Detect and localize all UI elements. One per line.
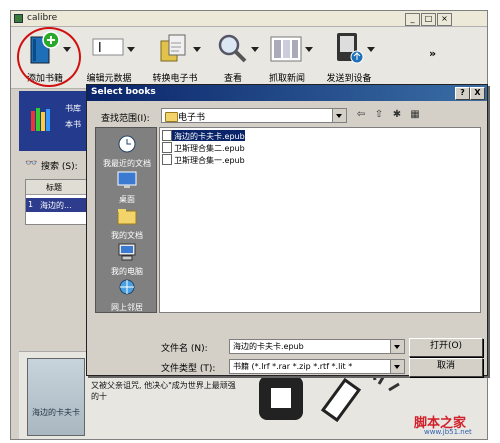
toolbar-more-button[interactable]: » bbox=[429, 47, 436, 60]
file-name: 卫斯理合集二.epub bbox=[174, 144, 245, 153]
highlight-circle bbox=[17, 27, 81, 87]
chevron-down-icon[interactable] bbox=[305, 47, 313, 52]
search-label: 搜索 (S): bbox=[41, 162, 78, 172]
close-button[interactable]: × bbox=[437, 13, 452, 26]
magnifier-icon bbox=[218, 34, 247, 63]
watermark-url: www.jb51.net bbox=[424, 428, 472, 436]
maximize-button[interactable]: □ bbox=[421, 13, 436, 26]
look-in-label: 查找范围(I): bbox=[101, 114, 150, 124]
cover-title: 海边的卡夫卡 bbox=[32, 408, 80, 417]
book-cover[interactable]: 海边的卡夫卡 bbox=[27, 358, 85, 436]
file-icon bbox=[162, 142, 172, 153]
edit-metadata-button[interactable]: 编辑元数据 bbox=[77, 29, 141, 87]
file-name: 卫斯理合集一.epub bbox=[174, 156, 245, 165]
file-name-label: 文件名 (N): bbox=[161, 344, 208, 354]
main-toolbar: 添加书籍 编辑元数据 转换电子书 查看 抓取新闻 发送到设备 bbox=[11, 27, 487, 89]
app-icon bbox=[14, 14, 23, 23]
up-folder-icon[interactable]: ⇧ bbox=[371, 108, 387, 123]
chevron-down-icon[interactable] bbox=[367, 47, 375, 52]
column-title[interactable]: 标题 bbox=[46, 182, 62, 193]
network-icon bbox=[119, 279, 135, 295]
clock-icon bbox=[118, 135, 136, 153]
look-in-value: 电子书 bbox=[178, 113, 206, 123]
help-button[interactable]: ? bbox=[455, 87, 470, 100]
file-name: 海边的卡夫卡.epub bbox=[174, 132, 245, 141]
computer-icon bbox=[118, 243, 136, 261]
file-list: 海边的卡夫卡.epub 卫斯理合集二.epub 卫斯理合集一.epub bbox=[159, 127, 481, 313]
convert-icon bbox=[160, 34, 186, 62]
chevron-down-icon[interactable] bbox=[332, 109, 346, 122]
back-icon[interactable]: ⇦ bbox=[353, 108, 369, 123]
desktop-icon bbox=[117, 171, 137, 188]
file-icon bbox=[162, 154, 172, 165]
file-icon bbox=[162, 130, 172, 141]
library-count-label: 本书 bbox=[65, 120, 81, 129]
chevron-down-icon[interactable] bbox=[390, 360, 404, 373]
news-icon bbox=[270, 36, 302, 62]
convert-button[interactable]: 转换电子书 bbox=[143, 29, 207, 87]
edit-metadata-icon bbox=[92, 38, 124, 56]
title-bar: calibre _ □ × bbox=[11, 11, 487, 27]
cancel-button[interactable]: 取消 bbox=[409, 358, 483, 377]
list-item[interactable]: 卫斯理合集二.epub bbox=[162, 142, 245, 153]
dialog-close-button[interactable]: X bbox=[470, 87, 485, 100]
open-button[interactable]: 打开(O) bbox=[409, 338, 483, 357]
library-panel[interactable]: 书库 本书 bbox=[19, 91, 89, 151]
window-title: calibre bbox=[27, 13, 58, 23]
view-menu-icon[interactable]: ▦ bbox=[407, 108, 423, 123]
places-bar: 我最近的文档 桌面 我的文档 我的电脑 网上邻居 bbox=[95, 127, 157, 313]
row-title: 海边的... bbox=[40, 201, 72, 210]
chevron-down-icon[interactable] bbox=[390, 340, 404, 353]
fetch-news-label: 抓取新闻 bbox=[268, 74, 305, 84]
binoculars-icon: 👓 bbox=[25, 158, 38, 169]
chevron-down-icon[interactable] bbox=[127, 47, 135, 52]
fetch-news-button[interactable]: 抓取新闻 bbox=[255, 29, 319, 87]
list-item[interactable]: 卫斯理合集一.epub bbox=[162, 154, 245, 165]
documents-folder-icon bbox=[117, 209, 137, 225]
file-type-value: 书籍 (*.lrf *.rar *.zip *.rtf *.lit * bbox=[233, 362, 353, 371]
place-label: 网上邻居 bbox=[111, 303, 143, 312]
library-icon bbox=[31, 108, 50, 131]
file-type-label: 文件类型 (T): bbox=[161, 364, 216, 374]
file-name-value: 海边的卡夫卡.epub bbox=[233, 342, 304, 351]
send-to-device-label: 发送到设备 bbox=[326, 74, 372, 84]
dialog-title-bar: Select books ? X bbox=[87, 85, 487, 101]
new-folder-icon[interactable]: ✱ bbox=[389, 108, 405, 123]
look-in-combo[interactable]: 电子书 bbox=[161, 108, 347, 123]
convert-label: 转换电子书 bbox=[152, 74, 198, 84]
file-type-select[interactable]: 书籍 (*.lrf *.rar *.zip *.rtf *.lit * bbox=[229, 359, 405, 374]
select-books-dialog: Select books ? X 查找范围(I): 电子书 ⇦ ⇧ ✱ ▦ 我最… bbox=[86, 84, 488, 377]
row-number: 1 bbox=[28, 200, 34, 209]
folder-icon bbox=[165, 112, 178, 122]
large-action-icons bbox=[259, 369, 400, 423]
dialog-title: Select books bbox=[91, 87, 156, 97]
minimize-button[interactable]: _ bbox=[405, 13, 420, 26]
library-label: 书库 bbox=[65, 104, 81, 113]
chevron-down-icon[interactable] bbox=[193, 47, 201, 52]
send-to-device-button[interactable]: 发送到设备 bbox=[317, 29, 381, 87]
list-item[interactable]: 海边的卡夫卡.epub bbox=[162, 130, 245, 141]
device-icon bbox=[337, 33, 364, 64]
file-name-input[interactable]: 海边的卡夫卡.epub bbox=[229, 339, 405, 354]
edit-metadata-label: 编辑元数据 bbox=[86, 74, 132, 84]
place-network[interactable]: 网上邻居 bbox=[96, 276, 158, 318]
